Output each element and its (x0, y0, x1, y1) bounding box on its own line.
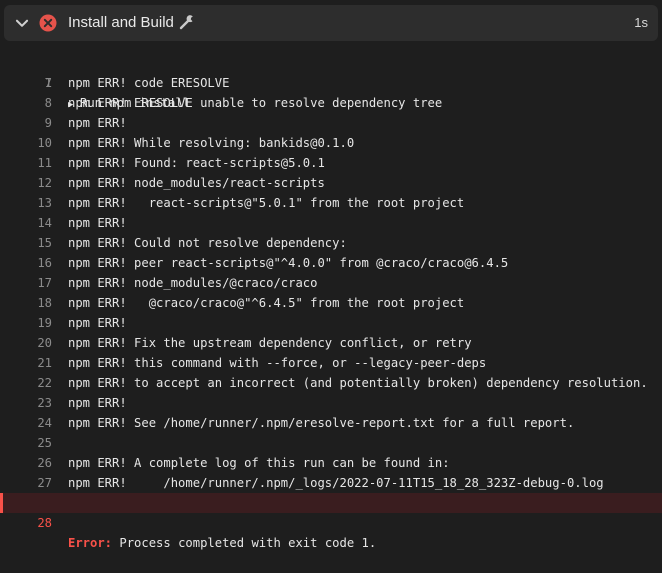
line-number[interactable]: 12 (0, 173, 52, 193)
log-line: 13 npm ERR! react-scripts@"5.0.1" from th… (0, 193, 662, 213)
log-line-text: npm ERR! (68, 396, 127, 410)
log-line-text: npm ERR! Fix the upstream dependency con… (68, 336, 472, 350)
log-line-text: npm ERR! While resolving: bankids@0.1.0 (68, 136, 355, 150)
log-line-text: npm ERR! to accept an incorrect (and pot… (68, 376, 648, 390)
line-number[interactable]: 21 (0, 353, 52, 373)
line-number[interactable]: 14 (0, 213, 52, 233)
log-group-run-npm-install[interactable]: 1 ▶ Run npm install (0, 53, 662, 110)
log-line: 8 npm ERR! ERESOLVE unable to resolve dep… (0, 93, 662, 113)
line-number[interactable]: 9 (0, 113, 52, 133)
log-line: 24 npm ERR! See /home/runner/.npm/eresolv… (0, 413, 662, 433)
log-line: 19 npm ERR! (0, 313, 662, 333)
step-title: Install and Build (68, 14, 174, 31)
line-number[interactable]: 23 (0, 393, 52, 413)
log-line: 17 npm ERR! node_modules/@craco/craco (0, 273, 662, 293)
line-number[interactable]: 20 (0, 333, 52, 353)
line-number[interactable]: 15 (0, 233, 52, 253)
log-line: 21 npm ERR! this command with --force, or… (0, 353, 662, 373)
line-number[interactable]: 13 (0, 193, 52, 213)
line-number[interactable]: 18 (0, 293, 52, 313)
wrench-icon (179, 15, 193, 30)
log-line-text: npm ERR! node_modules/react-scripts (68, 176, 325, 190)
log-line: 26 npm ERR! A complete log of this run ca… (0, 453, 662, 473)
log-line-text: npm ERR! peer react-scripts@"^4.0.0" fro… (68, 256, 509, 270)
log-line: 23 npm ERR! (0, 393, 662, 413)
log-line: 16 npm ERR! peer react-scripts@"^4.0.0" f… (0, 253, 662, 273)
line-number[interactable]: 27 (0, 473, 52, 493)
error-label: Error: (68, 536, 113, 550)
line-number[interactable]: 16 (0, 253, 52, 273)
log-line-text: npm ERR! /home/runner/.npm/_logs/2022-07… (68, 476, 604, 490)
log-line-text: npm ERR! @craco/craco@"^6.4.5" from the … (68, 296, 465, 310)
line-number[interactable]: 11 (0, 153, 52, 173)
log-line: 14 npm ERR! (0, 213, 662, 233)
log-output[interactable]: 1 ▶ Run npm install 7 npm ERR! code ERESOL… (0, 53, 662, 550)
line-number[interactable]: 10 (0, 133, 52, 153)
log-line: 27 npm ERR! /home/runner/.npm/_logs/2022-… (0, 473, 662, 493)
log-line-text: npm ERR! (68, 116, 127, 130)
line-number[interactable]: 19 (0, 313, 52, 333)
error-log-line: 28 Error: Process completed with exit co… (0, 493, 662, 550)
log-line: 9 npm ERR! (0, 113, 662, 133)
log-line: 18 npm ERR! @craco/craco@"^6.4.5" from th… (0, 293, 662, 313)
log-line-text: npm ERR! ERESOLVE unable to resolve depe… (68, 96, 443, 110)
log-line-text: npm ERR! react-scripts@"5.0.1" from the … (68, 196, 465, 210)
line-number[interactable]: 8 (0, 93, 52, 113)
log-line-text: npm ERR! (68, 216, 127, 230)
line-number[interactable]: 17 (0, 273, 52, 293)
log-line: 20 npm ERR! Fix the upstream dependency c… (0, 333, 662, 353)
log-line-text: npm ERR! See /home/runner/.npm/eresolve-… (68, 416, 575, 430)
log-line-text: npm ERR! A complete log of this run can … (68, 456, 450, 470)
log-line-text: npm ERR! Found: react-scripts@5.0.1 (68, 156, 325, 170)
step-header[interactable]: Install and Build 1s (4, 5, 658, 41)
log-line-text: npm ERR! Could not resolve dependency: (68, 236, 347, 250)
log-line: 10 npm ERR! While resolving: bankids@0.1.… (0, 133, 662, 153)
failed-status-icon (39, 14, 57, 32)
log-line-text: npm ERR! (68, 316, 127, 330)
line-number[interactable]: 28 (0, 513, 52, 533)
log-line-text: npm ERR! node_modules/@craco/craco (68, 276, 318, 290)
line-number[interactable]: 7 (0, 73, 52, 93)
line-number[interactable]: 22 (0, 373, 52, 393)
log-line-text: npm ERR! code ERESOLVE (68, 76, 230, 90)
log-line: 11 npm ERR! Found: react-scripts@5.0.1 (0, 153, 662, 173)
log-line: 22 npm ERR! to accept an incorrect (and p… (0, 373, 662, 393)
line-number[interactable]: 24 (0, 413, 52, 433)
line-number[interactable]: 26 (0, 453, 52, 473)
log-line-text: npm ERR! this command with --force, or -… (68, 356, 487, 370)
line-number[interactable]: 25 (0, 433, 52, 453)
chevron-down-icon[interactable] (13, 14, 31, 32)
log-line: 12 npm ERR! node_modules/react-scripts (0, 173, 662, 193)
step-duration: 1s (634, 15, 648, 30)
error-message: Process completed with exit code 1. (112, 536, 377, 550)
log-line: 25 (0, 433, 662, 453)
log-line: 7 npm ERR! code ERESOLVE (0, 73, 662, 93)
log-line: 15 npm ERR! Could not resolve dependency: (0, 233, 662, 253)
